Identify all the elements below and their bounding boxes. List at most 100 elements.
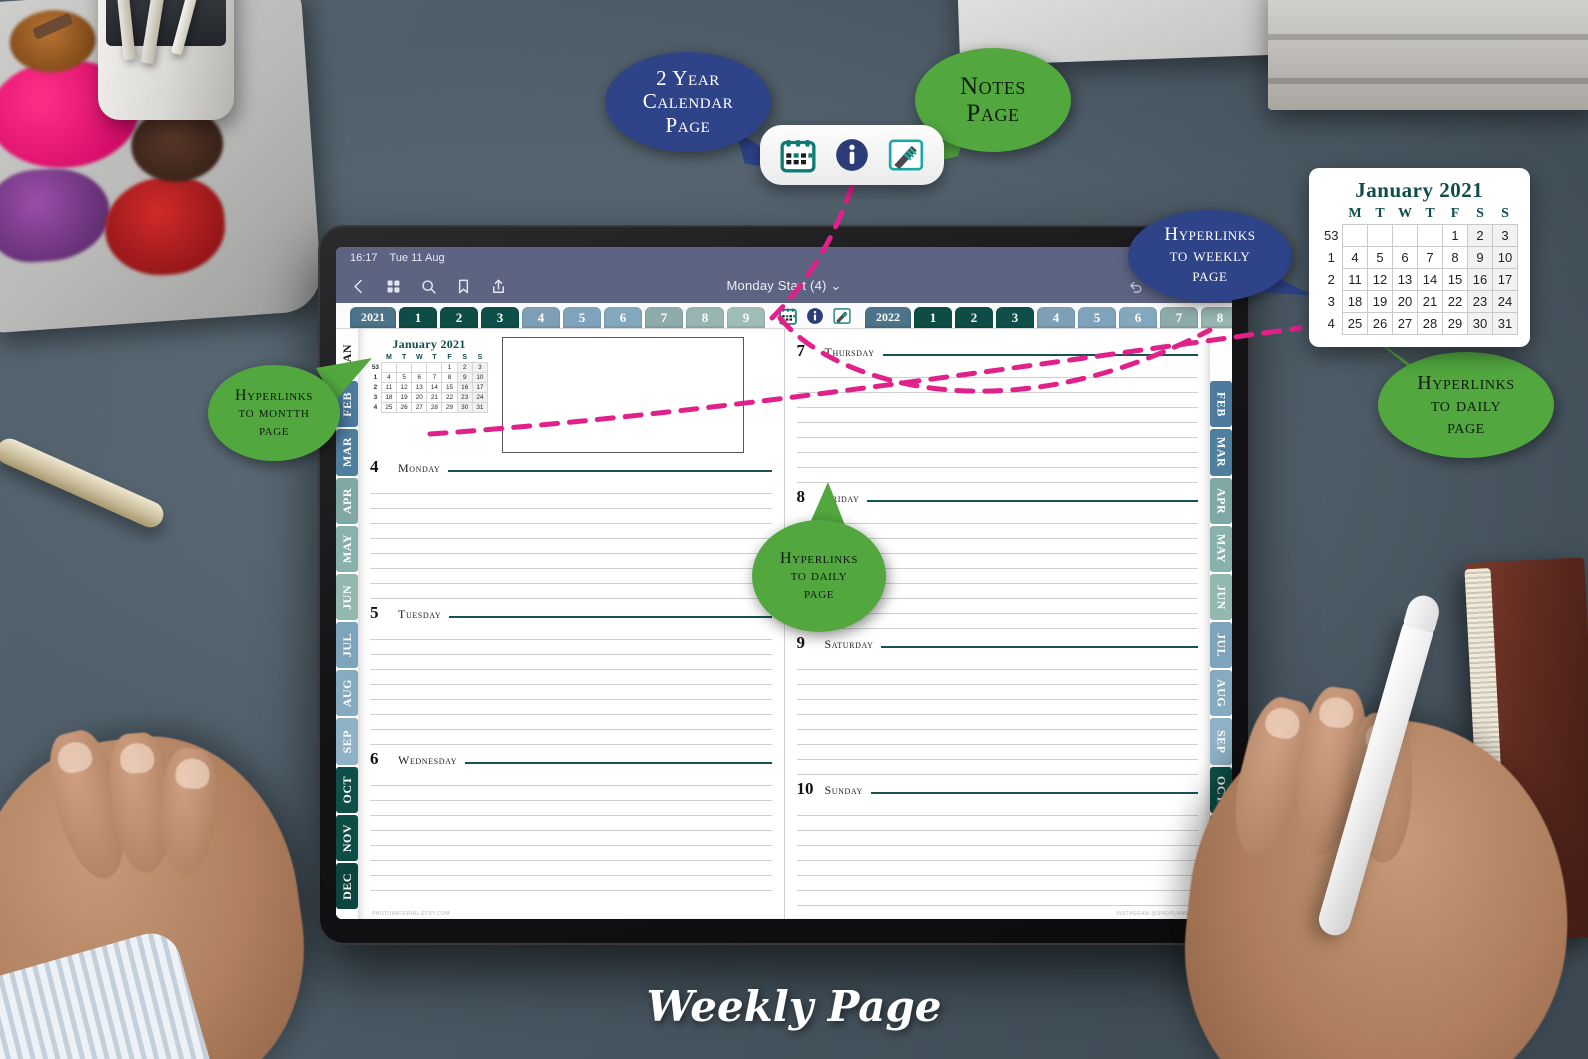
calendar-day-cell[interactable]: 2 (456, 362, 473, 373)
writing-line[interactable] (796, 423, 1198, 438)
calendar-day-cell[interactable]: 3 (1492, 224, 1518, 247)
writing-line[interactable] (370, 816, 772, 831)
month-tab-aug[interactable]: AUG (1210, 670, 1232, 717)
tab-year-2021[interactable]: 2021 (350, 307, 396, 328)
writing-lines[interactable] (796, 801, 1198, 919)
writing-lines[interactable] (796, 363, 1198, 483)
document-title-text[interactable]: Monday Start (4) (727, 278, 827, 293)
writing-line[interactable] (796, 876, 1198, 891)
writing-line[interactable] (796, 745, 1198, 760)
calendar-day-cell[interactable]: 6 (1392, 246, 1418, 269)
calendar-page-icon[interactable] (778, 306, 798, 326)
writing-line[interactable] (370, 861, 772, 876)
writing-line[interactable] (370, 524, 772, 539)
calendar-day-cell[interactable]: 12 (396, 382, 413, 393)
notes-page-icon-large[interactable] (886, 135, 926, 175)
calendar-day-cell[interactable]: 29 (1442, 312, 1468, 335)
writing-line[interactable] (796, 453, 1198, 468)
calendar-day-cell[interactable]: 15 (441, 382, 458, 393)
week-number[interactable]: 3 (1321, 291, 1343, 313)
day-header[interactable]: 5 Tuesday (370, 603, 772, 623)
calendar-day-cell[interactable]: 31 (471, 402, 489, 413)
writing-line[interactable] (370, 700, 772, 715)
day-number[interactable]: 5 (370, 603, 390, 623)
writing-line[interactable] (796, 363, 1198, 378)
writing-line[interactable] (796, 760, 1198, 775)
calendar-day-cell[interactable]: 19 (1367, 290, 1393, 313)
calendar-day-cell[interactable]: 4 (1342, 246, 1368, 269)
writing-line[interactable] (796, 685, 1198, 700)
day-number[interactable]: 10 (797, 779, 817, 799)
calendar-day-cell[interactable]: 16 (456, 382, 473, 393)
day-header[interactable]: 10 Sunday (797, 779, 1198, 799)
tab-week-6[interactable]: 6 (604, 307, 642, 328)
month-tab-jul[interactable]: JUL (1210, 622, 1232, 669)
writing-lines[interactable] (370, 479, 772, 599)
calendar-day-cell[interactable] (1392, 224, 1418, 247)
back-icon[interactable] (350, 278, 367, 295)
month-tab-feb[interactable]: FEB (1210, 381, 1232, 428)
writing-line[interactable] (796, 509, 1198, 524)
calendar-day-cell[interactable]: 13 (1392, 268, 1418, 291)
month-tab-mar[interactable]: MAR (1210, 429, 1232, 476)
day-header[interactable]: 4 Monday (370, 457, 772, 477)
calendar-day-cell[interactable] (1367, 224, 1393, 247)
calendar-day-cell[interactable]: 17 (471, 382, 489, 393)
month-tab-apr[interactable]: APR (336, 477, 358, 524)
week-number[interactable]: 53 (1321, 225, 1343, 247)
writing-line[interactable] (796, 468, 1198, 483)
calendar-day-cell[interactable]: 28 (1417, 312, 1443, 335)
calendar-day-cell[interactable]: 11 (1342, 268, 1368, 291)
month-tab-jun[interactable]: JUN (336, 573, 358, 621)
writing-line[interactable] (370, 640, 772, 655)
calendar-day-cell[interactable]: 12 (1367, 268, 1393, 291)
writing-line[interactable] (370, 584, 772, 599)
writing-line[interactable] (796, 891, 1198, 906)
month-tab-may[interactable]: MAY (1210, 525, 1232, 572)
calendar-day-cell[interactable]: 6 (411, 372, 428, 383)
calendar-day-cell[interactable]: 1 (441, 362, 458, 373)
calendar-day-cell[interactable]: 2 (1467, 224, 1493, 247)
calendar-day-cell[interactable]: 7 (426, 372, 443, 383)
writing-line[interactable] (370, 801, 772, 816)
writing-line[interactable] (796, 831, 1198, 846)
info-icon[interactable] (805, 306, 825, 326)
writing-line[interactable] (370, 715, 772, 730)
calendar-day-cell[interactable]: 25 (380, 402, 398, 413)
calendar-day-cell[interactable]: 18 (1342, 290, 1368, 313)
tab-week-2[interactable]: 2 (440, 307, 478, 328)
month-tab-jan[interactable]: JAN (1210, 333, 1232, 380)
writing-line[interactable] (370, 670, 772, 685)
calendar-day-cell[interactable]: 30 (456, 402, 473, 413)
day-name[interactable]: Tuesday (398, 607, 441, 622)
writing-line[interactable] (796, 801, 1198, 816)
calendar-day-cell[interactable]: 20 (411, 392, 428, 403)
month-tab-mar[interactable]: MAR (336, 429, 358, 476)
detached-calendar-table[interactable]: M T W T F S S 53 1 2 3 1 4 5 6 7 8 9 10 2 11 12 13 14 15 16 17 3 18 1… (1321, 206, 1518, 335)
notes-box[interactable] (502, 337, 744, 453)
calendar-day-cell[interactable]: 27 (411, 402, 428, 413)
month-tab-oct[interactable]: OCT (336, 766, 358, 813)
tab-week-r8[interactable]: 8 (1201, 307, 1232, 328)
tab-week-3[interactable]: 3 (481, 307, 519, 328)
writing-line[interactable] (796, 378, 1198, 393)
calendar-day-cell[interactable]: 27 (1392, 312, 1418, 335)
writing-line[interactable] (370, 846, 772, 861)
calendar-day-cell[interactable]: 26 (1367, 312, 1393, 335)
calendar-day-cell[interactable] (411, 362, 428, 373)
month-tab-apr[interactable]: APR (1210, 477, 1232, 524)
detached-calendar-card[interactable]: January 2021 M T W T F S S 53 1 2 3 1 4 5 6 7 8 9 10 2 11 12 1… (1308, 168, 1530, 347)
calendar-day-cell[interactable]: 23 (456, 392, 473, 403)
writing-line[interactable] (796, 715, 1198, 730)
writing-line[interactable] (796, 861, 1198, 876)
calendar-day-cell[interactable]: 29 (441, 402, 458, 413)
tab-week-r4[interactable]: 4 (1037, 307, 1075, 328)
tab-week-r3[interactable]: 3 (996, 307, 1034, 328)
writing-line[interactable] (370, 831, 772, 846)
calendar-day-cell[interactable]: 23 (1467, 290, 1493, 313)
calendar-day-cell[interactable]: 7 (1417, 246, 1443, 269)
writing-line[interactable] (796, 655, 1198, 670)
calendar-day-cell[interactable]: 31 (1492, 312, 1518, 335)
calendar-day-cell[interactable]: 3 (471, 362, 489, 373)
month-tab-jun[interactable]: JUN (1210, 573, 1232, 621)
